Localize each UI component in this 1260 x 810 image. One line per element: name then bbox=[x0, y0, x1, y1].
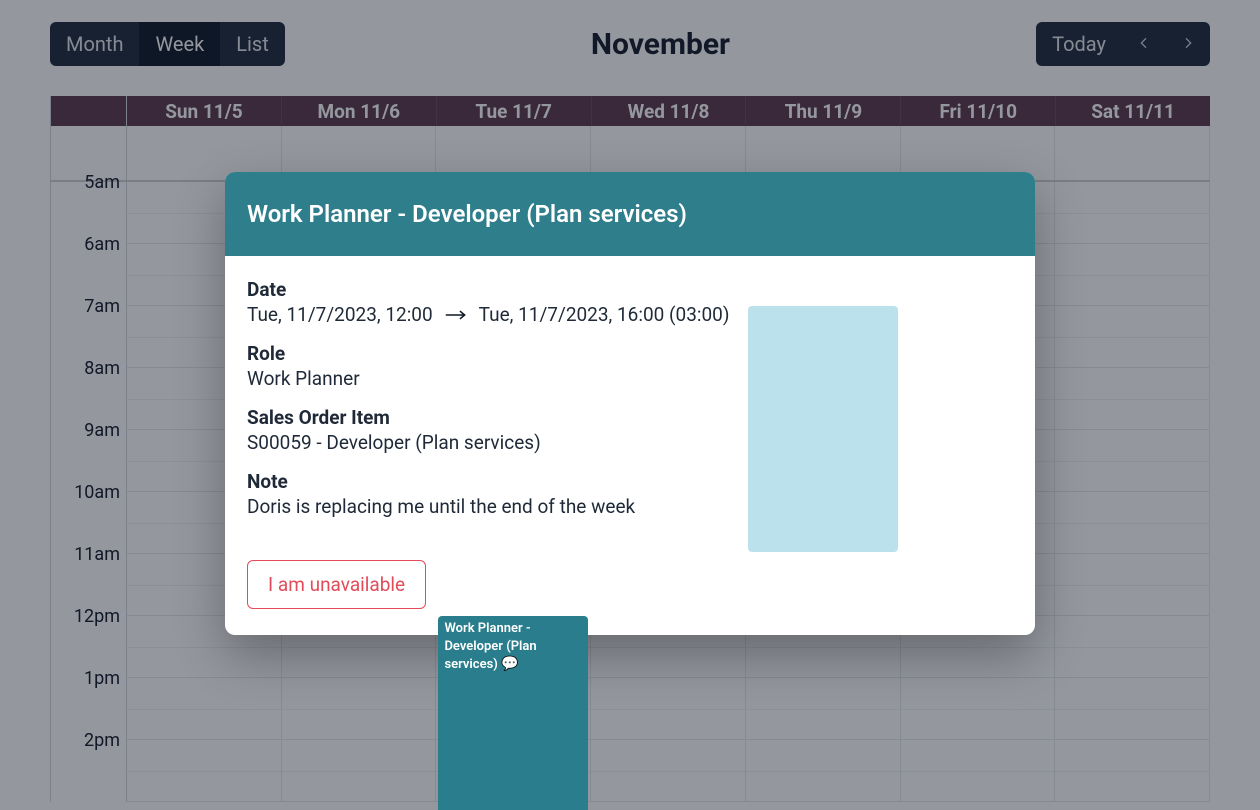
field-label: Date bbox=[247, 278, 1013, 301]
arrow-right-icon bbox=[445, 308, 467, 322]
field-label: Sales Order Item bbox=[247, 406, 1013, 429]
field-note: Note Doris is replacing me until the end… bbox=[247, 470, 1013, 518]
date-to: Tue, 11/7/2023, 16:00 (03:00) bbox=[479, 303, 730, 326]
field-label: Role bbox=[247, 342, 1013, 365]
event-details-modal: Work Planner - Developer (Plan services)… bbox=[225, 172, 1035, 635]
field-label: Note bbox=[247, 470, 1013, 493]
field-value: Work Planner bbox=[247, 367, 1013, 390]
field-value: Doris is replacing me until the end of t… bbox=[247, 495, 1013, 518]
unavailable-button[interactable]: I am unavailable bbox=[247, 560, 426, 609]
calendar-event[interactable] bbox=[748, 306, 898, 552]
field-date: Date Tue, 11/7/2023, 12:00 Tue, 11/7/202… bbox=[247, 278, 1013, 326]
event-title: Work Planner - Developer (Plan services) bbox=[444, 621, 536, 672]
calendar-event[interactable]: Work Planner - Developer (Plan services)… bbox=[438, 616, 588, 810]
speech-bubble-icon: 💬 bbox=[501, 656, 518, 672]
time-slot[interactable]: Work Planner - Developer (Plan services)… bbox=[436, 616, 591, 678]
date-from: Tue, 11/7/2023, 12:00 bbox=[247, 303, 433, 326]
field-role: Role Work Planner bbox=[247, 342, 1013, 390]
modal-title: Work Planner - Developer (Plan services) bbox=[225, 172, 1035, 256]
field-sales-order-item: Sales Order Item S00059 - Developer (Pla… bbox=[247, 406, 1013, 454]
modal-body: Date Tue, 11/7/2023, 12:00 Tue, 11/7/202… bbox=[225, 256, 1035, 635]
time-slot[interactable] bbox=[746, 306, 901, 368]
field-value: S00059 - Developer (Plan services) bbox=[247, 431, 1013, 454]
